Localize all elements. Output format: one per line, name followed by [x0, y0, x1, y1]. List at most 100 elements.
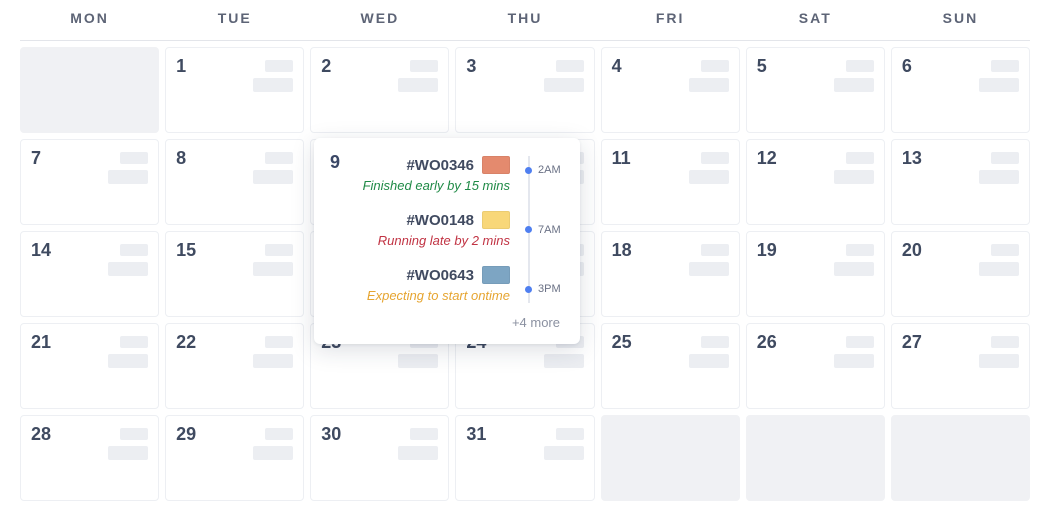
- event-placeholder: [108, 354, 148, 368]
- workorder-item[interactable]: #WO0643Expecting to start ontime: [356, 266, 510, 303]
- popover-more-link[interactable]: +4 more: [334, 315, 564, 330]
- event-placeholder: [834, 170, 874, 184]
- event-placeholder: [991, 60, 1019, 72]
- day-cell[interactable]: 26: [746, 323, 885, 409]
- weekday-tue: TUE: [165, 0, 304, 40]
- day-cell[interactable]: 14: [20, 231, 159, 317]
- event-placeholder: [689, 78, 729, 92]
- event-placeholders: [689, 336, 729, 368]
- event-placeholders: [253, 428, 293, 460]
- workorder-color-swatch: [482, 266, 510, 284]
- event-placeholder: [556, 428, 584, 440]
- popover-item-list: #WO0346 Finished early by 15 mins #WO0148R…: [356, 156, 518, 303]
- day-cell[interactable]: 11: [601, 139, 740, 225]
- event-placeholder: [979, 78, 1019, 92]
- week-row: 28293031: [20, 415, 1030, 501]
- day-cell: [746, 415, 885, 501]
- event-placeholder: [253, 262, 293, 276]
- event-placeholders: [398, 428, 438, 460]
- workorder-id: #WO0643: [406, 267, 474, 284]
- day-cell[interactable]: 15: [165, 231, 304, 317]
- event-placeholders: [979, 244, 1019, 276]
- timeline-time-label: 3PM: [538, 283, 561, 295]
- event-placeholder: [701, 244, 729, 256]
- event-placeholders: [544, 60, 584, 92]
- day-cell[interactable]: 1: [165, 47, 304, 133]
- event-placeholders: [979, 336, 1019, 368]
- event-placeholder: [544, 78, 584, 92]
- event-placeholders: [253, 152, 293, 184]
- event-placeholder: [544, 354, 584, 368]
- workorder-id: #WO0346: [406, 157, 474, 174]
- day-cell[interactable]: 21: [20, 323, 159, 409]
- day-cell[interactable]: 3: [455, 47, 594, 133]
- event-placeholders: [253, 60, 293, 92]
- event-placeholder: [398, 78, 438, 92]
- weekday-wed: WED: [310, 0, 449, 40]
- event-placeholder: [120, 428, 148, 440]
- day-cell: [20, 47, 159, 133]
- event-placeholder: [701, 336, 729, 348]
- workorder-item[interactable]: #WO0346 Finished early by 15 mins: [356, 156, 510, 193]
- event-placeholder: [253, 78, 293, 92]
- event-placeholder: [120, 152, 148, 164]
- event-placeholder: [265, 152, 293, 164]
- day-popover: 9 #WO0346Finished early by 15 mins#WO014…: [314, 138, 580, 344]
- workorder-item[interactable]: #WO0148Running late by 2 mins: [356, 211, 510, 248]
- day-cell[interactable]: 2: [310, 47, 449, 133]
- day-cell[interactable]: 19: [746, 231, 885, 317]
- weekday-mon: MON: [20, 0, 159, 40]
- event-placeholder: [701, 152, 729, 164]
- day-cell[interactable]: 31: [455, 415, 594, 501]
- event-placeholders: [979, 60, 1019, 92]
- week-row: 123456: [20, 47, 1030, 133]
- timeline-tick: 3PM: [526, 279, 564, 299]
- day-cell[interactable]: 28: [20, 415, 159, 501]
- day-cell[interactable]: 29: [165, 415, 304, 501]
- day-cell[interactable]: 5: [746, 47, 885, 133]
- event-placeholder: [834, 354, 874, 368]
- day-cell[interactable]: 12: [746, 139, 885, 225]
- event-placeholder: [265, 428, 293, 440]
- day-cell[interactable]: 7: [20, 139, 159, 225]
- day-cell[interactable]: 13: [891, 139, 1030, 225]
- event-placeholder: [265, 60, 293, 72]
- day-cell[interactable]: 20: [891, 231, 1030, 317]
- event-placeholder: [410, 60, 438, 72]
- event-placeholder: [265, 336, 293, 348]
- day-cell[interactable]: 30: [310, 415, 449, 501]
- event-placeholders: [253, 336, 293, 368]
- day-cell[interactable]: 18: [601, 231, 740, 317]
- event-placeholder: [253, 446, 293, 460]
- day-cell: [601, 415, 740, 501]
- workorder-status: Finished early by 15 mins: [363, 178, 510, 193]
- event-placeholders: [253, 244, 293, 276]
- event-placeholder: [689, 262, 729, 276]
- event-placeholder: [689, 170, 729, 184]
- event-placeholder: [689, 354, 729, 368]
- event-placeholder: [108, 446, 148, 460]
- day-cell[interactable]: 6: [891, 47, 1030, 133]
- event-placeholders: [979, 152, 1019, 184]
- event-placeholders: [398, 60, 438, 92]
- event-placeholder: [108, 170, 148, 184]
- event-placeholder: [846, 244, 874, 256]
- event-placeholder: [979, 170, 1019, 184]
- event-placeholder: [701, 60, 729, 72]
- day-cell[interactable]: 8: [165, 139, 304, 225]
- popover-timeline: 2AM7AM3PM: [518, 156, 564, 303]
- timeline-dot-icon: [525, 226, 532, 233]
- weekday-header: MON TUE WED THU FRI SAT SUN: [20, 0, 1030, 41]
- event-placeholder: [846, 336, 874, 348]
- weekday-sun: SUN: [891, 0, 1030, 40]
- day-cell[interactable]: 22: [165, 323, 304, 409]
- workorder-id: #WO0148: [406, 212, 474, 229]
- day-cell[interactable]: 27: [891, 323, 1030, 409]
- day-cell[interactable]: 25: [601, 323, 740, 409]
- weekday-fri: FRI: [601, 0, 740, 40]
- event-placeholder: [398, 446, 438, 460]
- event-placeholder: [120, 244, 148, 256]
- event-placeholder: [846, 60, 874, 72]
- day-cell[interactable]: 4: [601, 47, 740, 133]
- event-placeholders: [689, 60, 729, 92]
